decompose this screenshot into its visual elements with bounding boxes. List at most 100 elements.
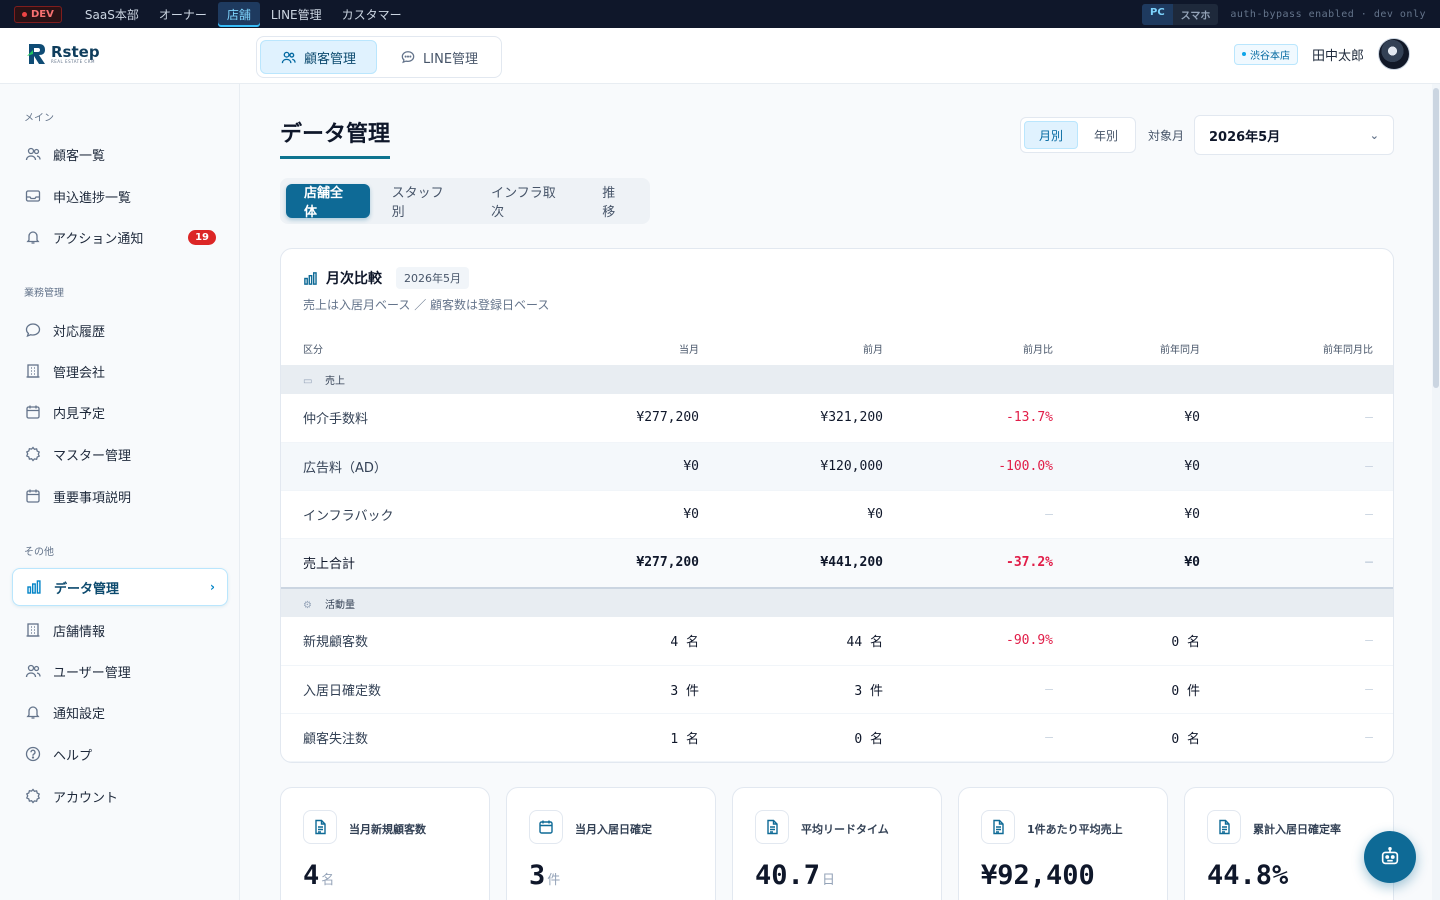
sidebar-item-account[interactable]: アカウント xyxy=(12,777,228,815)
sidebar-item-management-company[interactable]: 管理会社 xyxy=(12,352,228,390)
sidebar-item-help[interactable]: ヘルプ xyxy=(12,735,228,773)
document-icon xyxy=(981,810,1015,844)
sidebar-item-store-info[interactable]: 店舗情報 xyxy=(12,611,228,649)
sidebar-item-label: データ管理 xyxy=(54,581,120,597)
tab-by-staff[interactable]: スタッフ別 xyxy=(374,184,470,220)
sidebar-item-label: 店舗情報 xyxy=(53,624,106,640)
kpi-number: 3 xyxy=(529,860,546,891)
dev-badge-label: DEV xyxy=(31,8,54,20)
row-label: 新規顧客数 xyxy=(281,617,521,666)
kpi-value: ¥92,400 xyxy=(981,860,1097,891)
table-cell: -100.0% xyxy=(905,442,1075,491)
tab-trend[interactable]: 推移 xyxy=(584,184,644,220)
bell-icon xyxy=(24,704,41,721)
column-header: 前年同月比 xyxy=(1323,344,1373,356)
table-cell: — xyxy=(905,490,1075,539)
row-label: 入居日確定数 xyxy=(281,665,521,714)
tab-customer-management[interactable]: 顧客管理 xyxy=(260,40,378,74)
calendar-icon xyxy=(24,488,41,505)
sidebar-item-label: マスター管理 xyxy=(53,448,132,464)
device-pc-button[interactable]: PC xyxy=(1142,3,1173,25)
table-cell: ¥0 xyxy=(1075,490,1222,539)
target-month-value: 2026年5月 xyxy=(1209,129,1281,145)
target-month-select[interactable]: 2026年5月 ⌄ xyxy=(1194,115,1394,155)
kpi-label: 当月新規顧客数 xyxy=(349,823,426,836)
table-row-total: 売上合計 ¥277,200 ¥441,200 -37.2% ¥0 — xyxy=(281,538,1393,589)
monthly-button[interactable]: 月別 xyxy=(1024,121,1079,149)
kpi-label: 平均リードタイム xyxy=(801,823,889,836)
period-chip: 2026年5月 xyxy=(396,267,469,289)
gear-icon: ⚙ xyxy=(303,599,312,611)
table-cell: — xyxy=(905,713,1075,762)
logo[interactable]: Rstep REAL ESTATE CRM xyxy=(26,42,100,66)
sidebar-section-label: その他 xyxy=(24,547,54,558)
user-name[interactable]: 田中太郎 xyxy=(1312,45,1364,64)
table-cell: 0 名 xyxy=(721,713,905,762)
tab-line-management[interactable]: LINE管理 xyxy=(381,40,498,74)
dev-nav-owner[interactable]: オーナー xyxy=(150,2,216,27)
kpi-label: 累計入居日確定率 xyxy=(1253,823,1341,836)
kpi-value: 44.8% xyxy=(1207,860,1290,891)
row-label: インフラバック xyxy=(281,490,521,539)
dev-badge: DEV xyxy=(14,5,62,23)
store-badge[interactable]: 渋谷本店 xyxy=(1233,43,1298,65)
chevron-down-icon: ⌄ xyxy=(1369,128,1379,142)
yearly-button[interactable]: 年別 xyxy=(1080,121,1132,149)
sidebar-item-notification-settings[interactable]: 通知設定 xyxy=(12,693,228,731)
sidebar-item-data-management[interactable]: データ管理 › xyxy=(12,568,228,606)
tab-infra-referral[interactable]: インフラ取次 xyxy=(473,184,580,220)
auth-note: auth-bypass enabled · dev only xyxy=(1230,8,1426,20)
sidebar-item-viewing-schedule[interactable]: 内見予定 xyxy=(12,393,228,431)
dev-nav-customer[interactable]: カスタマー xyxy=(333,2,411,27)
table-cell: — xyxy=(905,665,1075,714)
sidebar-item-customer-list[interactable]: 顧客一覧 xyxy=(12,135,228,173)
table-cell: -13.7% xyxy=(905,394,1075,443)
sidebar-item-label: 重要事項説明 xyxy=(53,490,132,506)
avatar[interactable] xyxy=(1378,38,1410,70)
tab-store-overall[interactable]: 店舗全体 xyxy=(286,184,370,220)
bar-chart-icon xyxy=(25,579,42,596)
chatbot-button[interactable] xyxy=(1364,831,1416,883)
sidebar-item-user-management[interactable]: ユーザー管理 xyxy=(12,652,228,690)
dev-nav-saas[interactable]: SaaS本部 xyxy=(76,2,148,27)
users-icon xyxy=(281,51,296,63)
sidebar-item-label: ヘルプ xyxy=(53,748,93,764)
row-label: 顧客失注数 xyxy=(281,713,521,762)
monthly-comparison-card: 月次比較 2026年5月 売上は入居月ベース ／ 顧客数は登録日ベース 区分 当… xyxy=(280,248,1394,763)
dev-nav: SaaS本部 オーナー 店舗 LINE管理 カスタマー xyxy=(76,1,411,27)
kpi-unit: 件 xyxy=(547,873,561,888)
logo-subtext: REAL ESTATE CRM xyxy=(51,58,95,64)
table-row: 広告料（AD） ¥0 ¥120,000 -100.0% ¥0 — xyxy=(281,442,1393,491)
device-sp-button[interactable]: スマホ xyxy=(1173,4,1219,25)
table-row: 顧客失注数 1 名 0 名 — 0 名 — xyxy=(281,713,1393,762)
kpi-number: 44.8% xyxy=(1207,860,1289,891)
page-title: データ管理 xyxy=(280,116,391,159)
table-cell: 44 名 xyxy=(721,617,905,666)
column-header: 前年同月 xyxy=(1160,344,1200,356)
dev-nav-line[interactable]: LINE管理 xyxy=(262,2,331,27)
table-row: インフラバック ¥0 ¥0 — ¥0 — xyxy=(281,490,1393,539)
table-cell: ¥120,000 xyxy=(721,442,905,491)
sidebar-item-action-notifications[interactable]: アクション通知 19 xyxy=(12,218,228,256)
help-icon xyxy=(24,746,41,763)
target-month-label: 対象月 xyxy=(1148,129,1185,143)
calendar-icon xyxy=(529,810,563,844)
kpi-label: 1件あたり平均売上 xyxy=(1027,823,1123,836)
gear-icon xyxy=(24,788,41,805)
table-cell: 3 件 xyxy=(721,665,905,714)
kpi-number: 40.7 xyxy=(755,860,821,891)
scrollbar-thumb[interactable] xyxy=(1433,88,1439,388)
kpi-card: 平均リードタイム 40.7 日 xyxy=(732,787,942,900)
kpi-card: 当月入居日確定 3件 xyxy=(506,787,716,900)
kpi-unit: 日 xyxy=(822,873,836,888)
dev-nav-store[interactable]: 店舗 xyxy=(217,1,260,27)
sidebar-item-response-history[interactable]: 対応履歴 xyxy=(12,311,228,349)
table-cell: — xyxy=(1222,713,1393,762)
sidebar-item-important-explanation[interactable]: 重要事項説明 xyxy=(12,477,228,515)
chevron-right-icon: › xyxy=(210,580,215,594)
sidebar-item-master-management[interactable]: マスター管理 xyxy=(12,435,228,473)
sidebar-item-label: 顧客一覧 xyxy=(53,148,106,164)
page-scrollbar[interactable] xyxy=(1432,84,1440,900)
sidebar-item-application-progress[interactable]: 申込進捗一覧 xyxy=(12,177,228,215)
kpi-card: 当月新規顧客数 4名 xyxy=(280,787,490,900)
